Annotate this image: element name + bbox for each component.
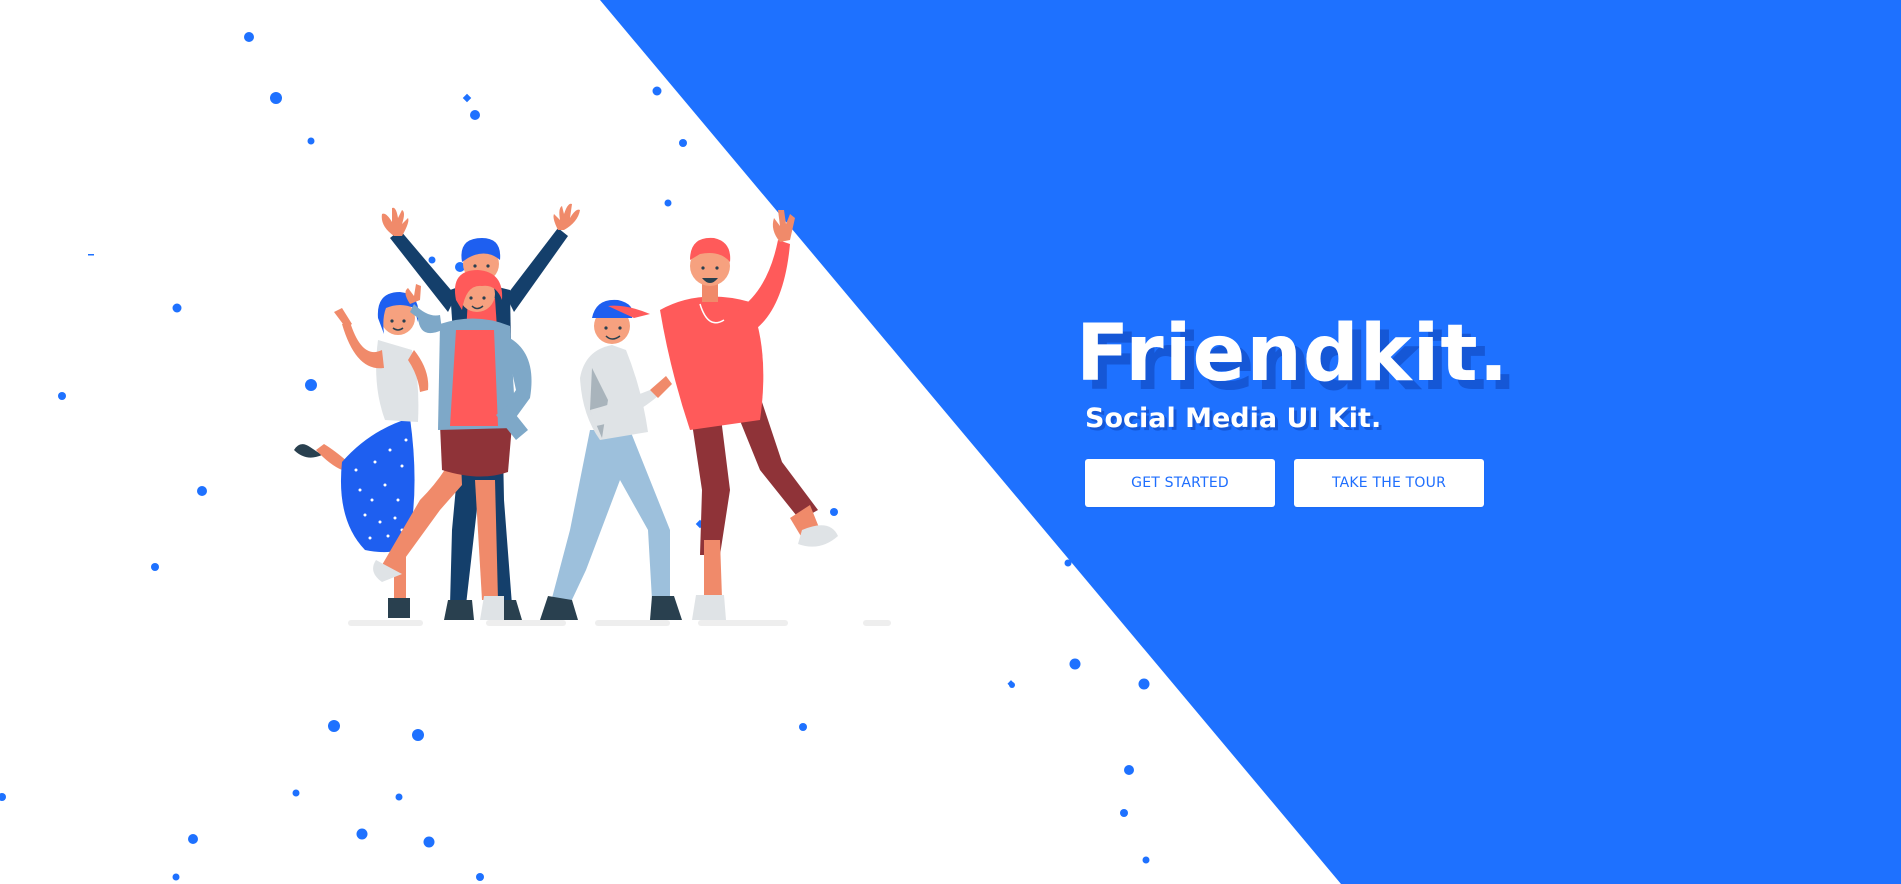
brand-title-text: Friendkit. [1076, 309, 1510, 399]
hero-section: Friendkit. Friendkit. Social Media UI Ki… [0, 0, 1901, 884]
person-guy-blue-cap [540, 299, 682, 620]
group-of-friends-illustration [294, 203, 891, 626]
brand-subtitle: Social Media UI Kit. Social Media UI Kit… [1085, 402, 1596, 437]
brand-block: Friendkit. Friendkit. Social Media UI Ki… [1076, 306, 1596, 437]
hero-actions: GET STARTED TAKE THE TOUR [1085, 459, 1484, 507]
person-red-hoodie [660, 210, 838, 620]
brand-subtitle-text: Social Media UI Kit. [1085, 403, 1382, 434]
get-started-button[interactable]: GET STARTED [1085, 459, 1275, 507]
brand-title: Friendkit. Friendkit. [1076, 306, 1596, 408]
person-girl-blue-skirt [294, 292, 429, 618]
take-the-tour-button[interactable]: TAKE THE TOUR [1294, 459, 1484, 507]
decorative-dots [0, 32, 1150, 881]
